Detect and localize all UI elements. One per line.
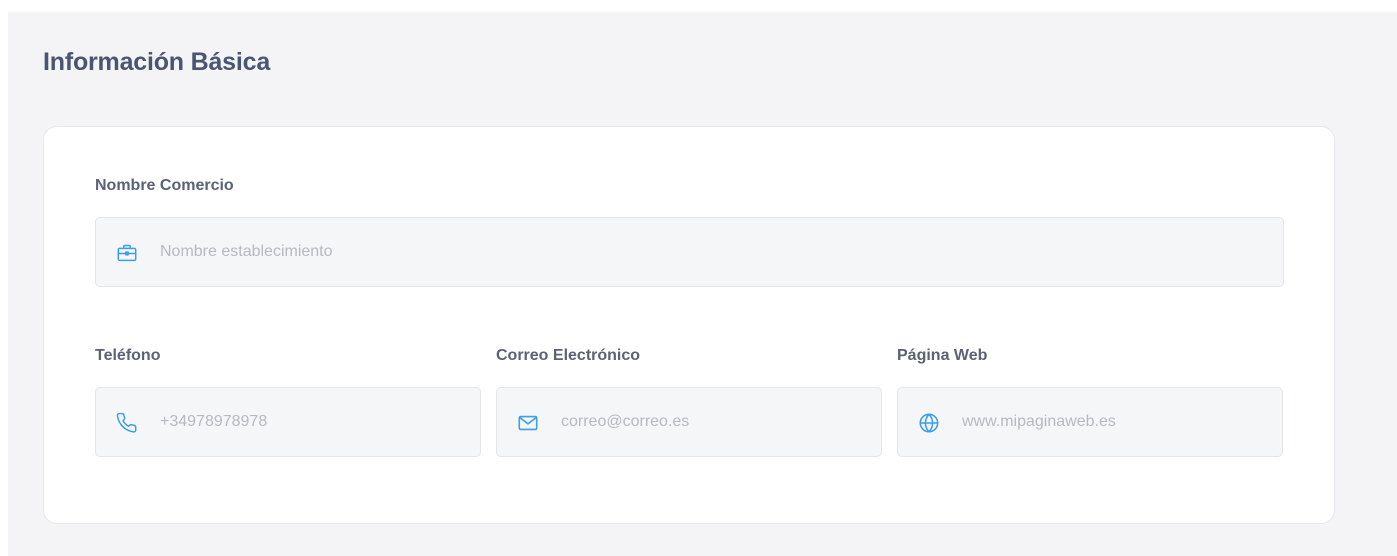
business-name-label: Nombre Comercio (95, 177, 234, 194)
website-label: Página Web (897, 347, 988, 364)
envelope-icon (517, 412, 539, 434)
business-name-field[interactable] (95, 217, 1284, 287)
section-title: Información Básica (43, 48, 271, 76)
website-input[interactable] (962, 388, 1266, 456)
basic-info-card: Nombre Comercio Teléfono Co (43, 126, 1335, 524)
briefcase-icon (116, 242, 138, 264)
email-input[interactable] (561, 388, 865, 456)
business-name-input[interactable] (160, 218, 1267, 286)
phone-icon (116, 412, 138, 434)
phone-input[interactable] (160, 388, 464, 456)
phone-field[interactable] (95, 387, 481, 457)
website-field[interactable] (897, 387, 1283, 457)
basic-info-section: Información Básica Nombre Comercio Teléf… (8, 12, 1397, 556)
globe-icon (918, 412, 940, 434)
phone-label: Teléfono (95, 347, 161, 364)
email-label: Correo Electrónico (496, 347, 641, 364)
email-field[interactable] (496, 387, 882, 457)
